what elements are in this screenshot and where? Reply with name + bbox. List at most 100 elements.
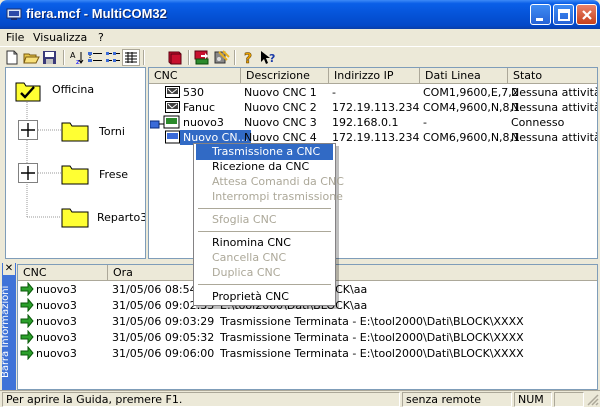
cell-messaggio: Trasmissione Terminata - E:\tool2000\Dat… — [220, 347, 524, 360]
title-bar[interactable]: fiera.mcf - MultiCOM32 — [0, 0, 600, 29]
folder-icon — [61, 208, 89, 228]
cell-ora: 31/05/06 09:06:00 — [112, 347, 215, 360]
sort-desc-icon — [88, 52, 102, 62]
book-icon — [168, 51, 182, 65]
expand-icon[interactable] — [18, 120, 38, 140]
transmit-button[interactable] — [193, 49, 211, 66]
cell-cnc: nuovo3 — [36, 299, 77, 312]
tree-item-torni[interactable]: Torni — [99, 125, 125, 138]
close-button[interactable] — [576, 4, 597, 25]
column-header-stato[interactable]: Stato — [508, 68, 597, 84]
context-help-icon: ? — [261, 51, 275, 65]
cnc-network-icon — [150, 115, 180, 129]
new-button[interactable] — [3, 49, 21, 66]
toolbar-separator — [143, 50, 145, 65]
cell-cnc: nuovo3 — [36, 283, 77, 296]
svg-text:?: ? — [244, 51, 252, 66]
close-icon — [582, 10, 592, 20]
menu-item-proprieta[interactable]: Proprietà CNC — [196, 289, 333, 305]
menu-item-duplica[interactable]: Duplica CNC — [196, 265, 333, 281]
menu-item-cancella[interactable]: Cancella CNC — [196, 250, 333, 266]
tree-item-frese[interactable]: Frese — [99, 168, 128, 181]
cell-cnc: Fanuc — [183, 101, 216, 114]
open-icon — [23, 53, 40, 64]
resize-grip-icon[interactable] — [587, 394, 599, 406]
transfer-arrow-icon — [20, 346, 34, 360]
log-row[interactable]: nuovo3 31/05/06 09:06:00 Trasmissione Te… — [18, 346, 597, 361]
maximize-button[interactable] — [553, 4, 574, 25]
column-header-indirizzo-ip[interactable]: Indirizzo IP — [329, 68, 420, 84]
save-button[interactable] — [41, 49, 59, 66]
detail-view-icon — [125, 52, 137, 63]
expand-icon[interactable] — [18, 163, 38, 183]
sort-asc-icon: Az — [70, 51, 84, 66]
cell-dati-linea: - — [423, 116, 427, 129]
status-num: NUM — [514, 392, 552, 407]
cell-cnc: nuovo3 — [36, 347, 77, 360]
log-row[interactable]: nuovo3 31/05/06 09:03:29 Trasmissione Te… — [18, 314, 597, 329]
list-view-button[interactable] — [104, 49, 122, 66]
transmit-icon — [194, 50, 209, 65]
tree-item-reparto3[interactable]: Reparto3 — [97, 211, 145, 224]
menu-item-sfoglia[interactable]: Sfoglia CNC — [196, 212, 333, 228]
menu-item-ricezione[interactable]: Ricezione da CNC — [196, 159, 333, 175]
svg-text:?: ? — [269, 52, 275, 65]
context-menu: Trasmissione a CNC Ricezione da CNC Atte… — [193, 143, 344, 306]
menu-help[interactable]: ? — [98, 31, 104, 44]
menu-file[interactable]: File — [6, 31, 24, 44]
column-header-ora[interactable]: Ora — [108, 265, 597, 281]
settings-button[interactable] — [213, 49, 231, 66]
menu-separator — [198, 208, 331, 209]
menu-item-trasmissione[interactable]: Trasmissione a CNC — [196, 144, 333, 160]
cell-cnc: nuovo3 — [36, 331, 77, 344]
save-icon — [43, 51, 56, 64]
folder-icon — [61, 165, 89, 185]
column-header-cnc[interactable]: CNC — [18, 265, 108, 281]
detail-view-button[interactable] — [122, 49, 140, 66]
cnc-group-tree[interactable]: Officina Torni Frese Reparto3 — [5, 67, 146, 259]
status-empty-panel — [554, 392, 584, 407]
help-button[interactable]: ? — [240, 49, 258, 66]
folder-icon — [61, 122, 89, 142]
sort-asc-button[interactable]: Az — [68, 49, 86, 66]
toolbar-separator — [188, 50, 190, 65]
transfer-arrow-icon — [20, 282, 34, 296]
app-icon — [6, 8, 22, 20]
table-row[interactable]: Fanuc Nuovo CNC 2 172.19.113.234 COM4,96… — [149, 100, 598, 115]
maximize-icon — [558, 9, 570, 21]
cell-dati-linea: COM1,9600,E,7,2 — [423, 86, 519, 99]
cnc-serial-icon — [165, 101, 180, 113]
info-bar-label: Barra Informazioni — [0, 285, 11, 378]
cell-descrizione: Nuovo CNC 1 — [244, 86, 317, 99]
table-row[interactable]: 530 Nuovo CNC 1 - COM1,9600,E,7,2 Nessun… — [149, 85, 597, 100]
column-header-cnc[interactable]: CNC — [149, 68, 241, 84]
log-row[interactable]: nuovo3 31/05/06 09:05:32 Trasmissione Te… — [18, 330, 597, 345]
cell-cnc: nuovo3 — [183, 116, 224, 129]
book-button[interactable] — [166, 49, 184, 66]
cnc-serial-icon — [165, 86, 180, 98]
context-help-button[interactable]: ? — [259, 49, 277, 66]
cnc-network-icon — [165, 130, 180, 144]
minimize-button[interactable] — [530, 4, 551, 25]
column-header-descrizione[interactable]: Descrizione — [241, 68, 329, 84]
svg-text:z: z — [76, 58, 80, 66]
menu-visualizza[interactable]: Visualizza — [33, 31, 87, 44]
menu-item-attesa-comandi[interactable]: Attesa Comandi da CNC — [196, 174, 344, 190]
window-title: fiera.mcf - MultiCOM32 — [26, 6, 167, 21]
cell-stato: Connesso — [511, 116, 565, 129]
cell-descrizione: Nuovo CNC 3 — [244, 116, 317, 129]
menu-item-rinomina[interactable]: Rinomina CNC — [196, 235, 333, 251]
sort-desc-button[interactable] — [86, 49, 104, 66]
cell-dati-linea: COM6,9600,N,8,1 — [423, 131, 521, 144]
open-button[interactable] — [22, 49, 40, 66]
toolbar-separator — [234, 50, 236, 65]
transfer-arrow-icon — [20, 298, 34, 312]
menu-item-interrompi[interactable]: Interrompi trasmissione — [196, 189, 343, 205]
cell-cnc: nuovo3 — [36, 315, 77, 328]
new-icon — [6, 50, 18, 65]
cell-messaggio: Trasmissione Terminata - E:\tool2000\Dat… — [220, 315, 524, 328]
transfer-arrow-icon — [20, 314, 34, 328]
column-header-dati-linea[interactable]: Dati Linea — [420, 68, 508, 84]
table-row[interactable]: nuovo3 Nuovo CNC 3 192.168.0.1 - Conness… — [149, 115, 597, 130]
cell-stato: Nessuna attività — [511, 101, 598, 114]
